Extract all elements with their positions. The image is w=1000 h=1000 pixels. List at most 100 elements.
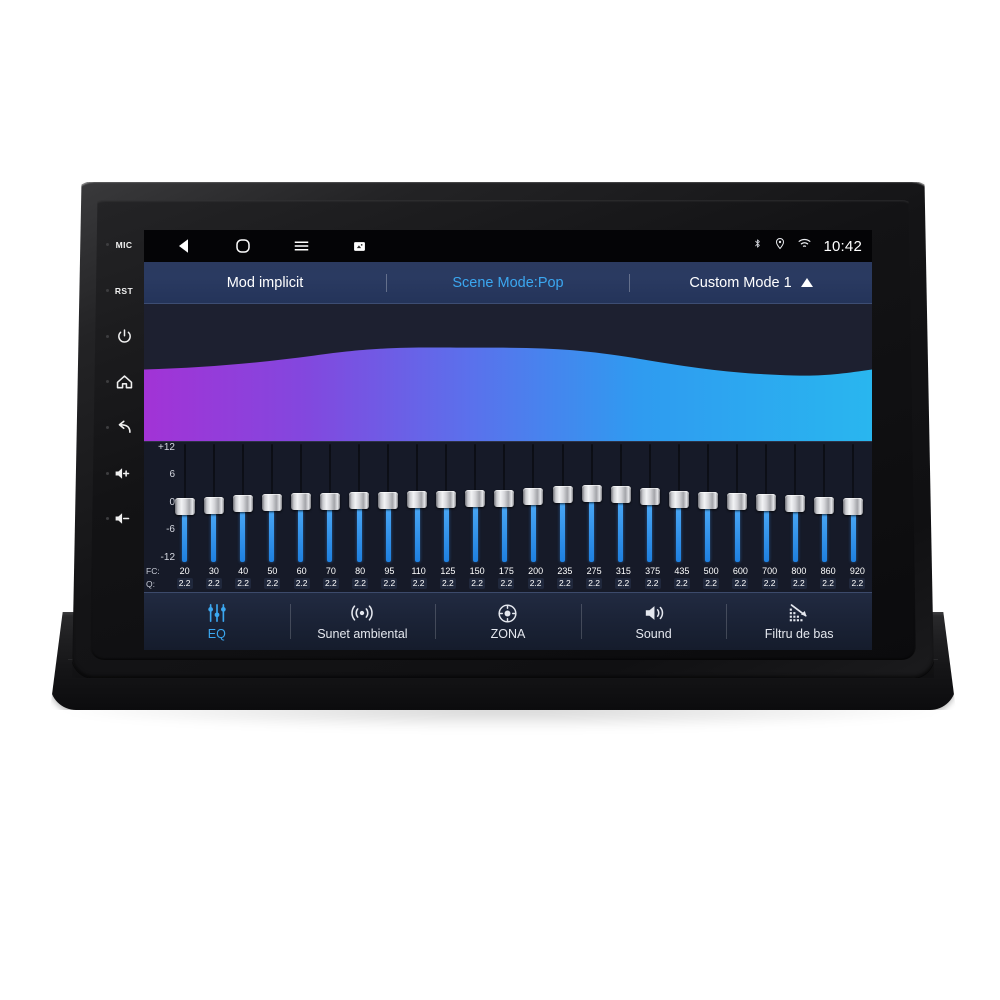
- custom-mode-button[interactable]: Custom Mode 1: [630, 275, 872, 291]
- eq-band-slider[interactable]: [374, 444, 403, 562]
- eq-band-slider[interactable]: [257, 444, 286, 562]
- eq-band-slider[interactable]: [781, 444, 810, 562]
- tab-ambient-sound[interactable]: Sunet ambiental: [289, 593, 436, 650]
- q-value[interactable]: 2.2: [469, 577, 486, 589]
- q-value[interactable]: 2.2: [732, 577, 749, 589]
- fc-q-column[interactable]: 860 2.2: [814, 562, 843, 592]
- eq-band-slider[interactable]: [635, 444, 664, 562]
- slider-thumb[interactable]: [727, 492, 748, 510]
- q-value[interactable]: 2.2: [556, 577, 573, 589]
- q-value[interactable]: 2.2: [586, 577, 603, 589]
- slider-thumb[interactable]: [785, 494, 806, 512]
- fc-q-column[interactable]: 200 2.2: [521, 562, 550, 592]
- q-value[interactable]: 2.2: [761, 577, 778, 589]
- q-value[interactable]: 2.2: [790, 577, 807, 589]
- q-value[interactable]: 2.2: [820, 577, 837, 589]
- fc-q-column[interactable]: 500 2.2: [697, 562, 726, 592]
- eq-band-slider[interactable]: [752, 444, 781, 562]
- fc-q-column[interactable]: 50 2.2: [258, 562, 287, 592]
- q-value[interactable]: 2.2: [615, 577, 632, 589]
- slider-thumb[interactable]: [610, 485, 631, 503]
- fc-q-column[interactable]: 235 2.2: [550, 562, 579, 592]
- fc-q-column[interactable]: 175 2.2: [492, 562, 521, 592]
- slider-thumb[interactable]: [465, 489, 486, 507]
- fc-q-column[interactable]: 20 2.2: [170, 562, 199, 592]
- fc-q-column[interactable]: 95 2.2: [375, 562, 404, 592]
- eq-band-slider[interactable]: [577, 444, 606, 562]
- tab-sound[interactable]: Sound: [580, 593, 727, 650]
- fc-q-column[interactable]: 700 2.2: [755, 562, 784, 592]
- eq-band-slider[interactable]: [693, 444, 722, 562]
- fc-q-column[interactable]: 315 2.2: [609, 562, 638, 592]
- slider-thumb[interactable]: [232, 494, 253, 512]
- volume-up-key[interactable]: [104, 450, 144, 496]
- fc-q-column[interactable]: 920 2.2: [843, 562, 872, 592]
- fc-q-column[interactable]: 40 2.2: [229, 562, 258, 592]
- power-key[interactable]: [104, 313, 144, 359]
- fc-q-column[interactable]: 110 2.2: [404, 562, 433, 592]
- slider-thumb[interactable]: [407, 490, 428, 508]
- q-value[interactable]: 2.2: [264, 577, 281, 589]
- eq-band-slider[interactable]: [548, 444, 577, 562]
- fc-q-column[interactable]: 70 2.2: [316, 562, 345, 592]
- q-value[interactable]: 2.2: [352, 577, 369, 589]
- q-value[interactable]: 2.2: [644, 577, 661, 589]
- slider-thumb[interactable]: [436, 490, 457, 508]
- reset-key[interactable]: RST: [104, 268, 144, 314]
- slider-thumb[interactable]: [378, 491, 399, 509]
- q-value[interactable]: 2.2: [293, 577, 310, 589]
- eq-band-slider[interactable]: [286, 444, 315, 562]
- fc-q-column[interactable]: 600 2.2: [726, 562, 755, 592]
- fc-q-column[interactable]: 60 2.2: [287, 562, 316, 592]
- eq-band-slider[interactable]: [432, 444, 461, 562]
- screenshot-icon[interactable]: [330, 230, 388, 262]
- mic-key[interactable]: MIC: [104, 222, 144, 268]
- eq-band-slider[interactable]: [315, 444, 344, 562]
- slider-thumb[interactable]: [494, 489, 515, 507]
- slider-thumb[interactable]: [814, 496, 835, 514]
- eq-band-slider[interactable]: [839, 444, 868, 562]
- fc-q-column[interactable]: 800 2.2: [784, 562, 813, 592]
- q-value[interactable]: 2.2: [176, 577, 193, 589]
- slider-thumb[interactable]: [639, 487, 660, 505]
- slider-thumb[interactable]: [523, 487, 544, 505]
- fc-q-column[interactable]: 435 2.2: [667, 562, 696, 592]
- eq-band-slider[interactable]: [606, 444, 635, 562]
- q-value[interactable]: 2.2: [381, 577, 398, 589]
- eq-band-slider[interactable]: [810, 444, 839, 562]
- slider-thumb[interactable]: [261, 493, 282, 511]
- eq-band-slider[interactable]: [170, 444, 199, 562]
- slider-thumb[interactable]: [697, 491, 718, 509]
- fc-q-column[interactable]: 150 2.2: [463, 562, 492, 592]
- back-key[interactable]: [104, 405, 144, 451]
- home-icon[interactable]: [214, 230, 272, 262]
- q-value[interactable]: 2.2: [439, 577, 456, 589]
- back-icon[interactable]: [156, 230, 214, 262]
- eq-band-slider[interactable]: [664, 444, 693, 562]
- eq-band-slider[interactable]: [199, 444, 228, 562]
- fc-q-column[interactable]: 275 2.2: [580, 562, 609, 592]
- slider-thumb[interactable]: [552, 485, 573, 503]
- q-value[interactable]: 2.2: [527, 577, 544, 589]
- eq-band-slider[interactable]: [403, 444, 432, 562]
- tab-zone[interactable]: ZONA: [435, 593, 581, 650]
- slider-thumb[interactable]: [668, 490, 689, 508]
- fc-q-column[interactable]: 80 2.2: [346, 562, 375, 592]
- q-value[interactable]: 2.2: [205, 577, 222, 589]
- default-mode-button[interactable]: Mod implicit: [144, 275, 386, 291]
- fc-q-column[interactable]: 375 2.2: [638, 562, 667, 592]
- home-key[interactable]: [104, 359, 144, 405]
- slider-thumb[interactable]: [581, 484, 602, 502]
- volume-down-key[interactable]: [104, 496, 144, 542]
- q-value[interactable]: 2.2: [498, 577, 515, 589]
- scene-mode-button[interactable]: Scene Mode:Pop: [387, 275, 629, 291]
- eq-band-slider[interactable]: [461, 444, 490, 562]
- eq-band-slider[interactable]: [519, 444, 548, 562]
- eq-band-slider[interactable]: [344, 444, 373, 562]
- q-value[interactable]: 2.2: [849, 577, 866, 589]
- triangle-up-icon[interactable]: [800, 278, 813, 287]
- tab-eq[interactable]: EQ: [144, 593, 290, 650]
- q-value[interactable]: 2.2: [322, 577, 339, 589]
- fc-q-column[interactable]: 125 2.2: [433, 562, 462, 592]
- slider-thumb[interactable]: [319, 492, 340, 510]
